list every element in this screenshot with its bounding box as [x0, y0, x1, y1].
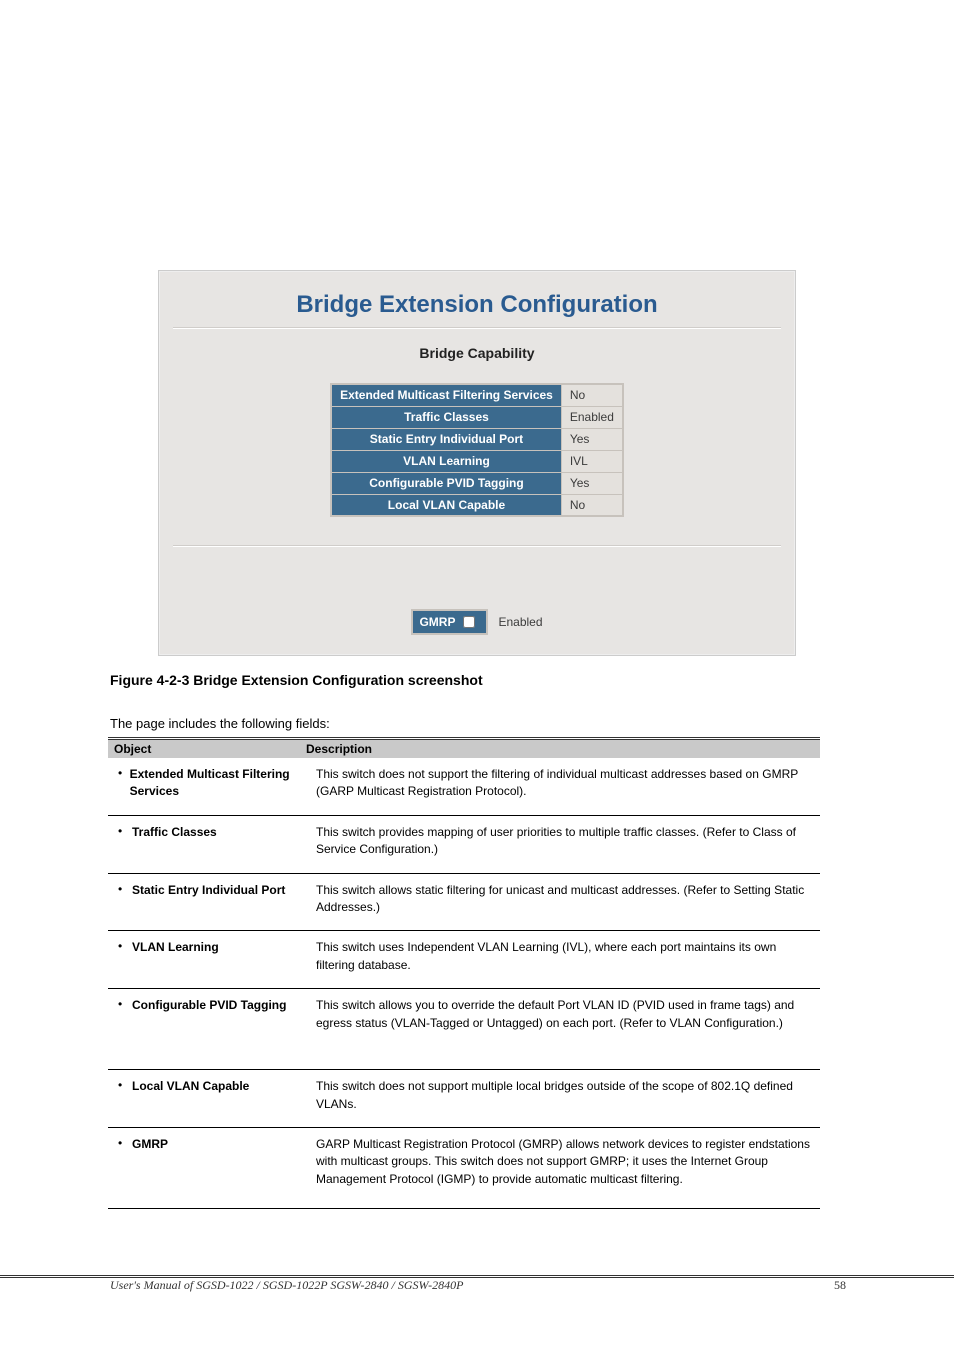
table-row: Extended Multicast Filtering Services No [331, 384, 623, 406]
cap-val: IVL [561, 450, 623, 472]
figure-caption: Figure 4-2-3 Bridge Extension Configurat… [0, 672, 954, 688]
object-description-table: Object Description •Extended Multicast F… [108, 737, 820, 1209]
gmrp-checkbox[interactable] [463, 616, 475, 628]
cap-val: No [561, 384, 623, 406]
bullet-icon: • [118, 1136, 132, 1194]
object-name: Local VLAN Capable [132, 1078, 249, 1113]
gmrp-control: GMRP [411, 609, 488, 635]
panel-subtitle: Bridge Capability [159, 345, 795, 361]
divider [173, 545, 781, 547]
table-row: Static Entry Individual Port Yes [331, 428, 623, 450]
bridge-config-panel: Bridge Extension Configuration Bridge Ca… [158, 270, 796, 656]
bullet-icon: • [118, 939, 132, 974]
bullet-icon: • [118, 882, 132, 917]
footer-left: User's Manual of SGSD-1022 / SGSD-1022P … [110, 1278, 463, 1293]
gmrp-enabled-text: Enabled [498, 615, 542, 629]
table-row: Traffic Classes Enabled [331, 406, 623, 428]
object-desc: This switch provides mapping of user pri… [310, 824, 820, 859]
capability-table: Extended Multicast Filtering Services No… [330, 383, 624, 517]
cap-key: Extended Multicast Filtering Services [331, 384, 561, 406]
cap-key: Traffic Classes [331, 406, 561, 428]
table-row: Configurable PVID Tagging Yes [331, 472, 623, 494]
bullet-icon: • [118, 824, 132, 859]
table-row: •Static Entry Individual Port This switc… [108, 873, 820, 931]
panel-title: Bridge Extension Configuration [159, 291, 795, 319]
page-footer: User's Manual of SGSD-1022 / SGSD-1022P … [0, 1275, 954, 1303]
object-name: GMRP [132, 1136, 168, 1194]
gmrp-row: GMRP Enabled [411, 609, 542, 635]
cap-key: Local VLAN Capable [331, 494, 561, 516]
cap-key: Configurable PVID Tagging [331, 472, 561, 494]
section-intro: The page includes the following fields: [0, 716, 954, 731]
bullet-icon: • [118, 997, 132, 1055]
gmrp-label: GMRP [419, 615, 455, 629]
table-row: VLAN Learning IVL [331, 450, 623, 472]
cap-val: Enabled [561, 406, 623, 428]
object-desc: This switch allows you to override the d… [310, 997, 820, 1055]
object-name: Extended Multicast Filtering Services [130, 766, 306, 801]
header-object: Object [108, 740, 300, 758]
object-desc: This switch does not support the filteri… [310, 766, 820, 801]
table-header: Object Description [108, 740, 820, 758]
cap-val: Yes [561, 428, 623, 450]
bullet-icon: • [118, 766, 130, 801]
table-row: •GMRP GARP Multicast Registration Protoc… [108, 1127, 820, 1208]
divider [173, 327, 781, 329]
table-row: Local VLAN Capable No [331, 494, 623, 516]
cap-key: Static Entry Individual Port [331, 428, 561, 450]
object-name: VLAN Learning [132, 939, 219, 974]
object-name: Configurable PVID Tagging [132, 997, 286, 1055]
table-row: •VLAN Learning This switch uses Independ… [108, 930, 820, 988]
header-description: Description [300, 740, 820, 758]
object-desc: This switch does not support multiple lo… [310, 1078, 820, 1113]
footer-page-number: 58 [834, 1278, 846, 1293]
table-row: •Traffic Classes This switch provides ma… [108, 815, 820, 873]
object-desc: This switch allows static filtering for … [310, 882, 820, 917]
cap-val: No [561, 494, 623, 516]
object-desc: GARP Multicast Registration Protocol (GM… [310, 1136, 820, 1194]
cap-key: VLAN Learning [331, 450, 561, 472]
table-row: •Configurable PVID Tagging This switch a… [108, 988, 820, 1069]
cap-val: Yes [561, 472, 623, 494]
object-name: Static Entry Individual Port [132, 882, 285, 917]
table-row: •Extended Multicast Filtering Services T… [108, 758, 820, 815]
table-row: •Local VLAN Capable This switch does not… [108, 1069, 820, 1127]
object-name: Traffic Classes [132, 824, 217, 859]
bullet-icon: • [118, 1078, 132, 1113]
object-desc: This switch uses Independent VLAN Learni… [310, 939, 820, 974]
